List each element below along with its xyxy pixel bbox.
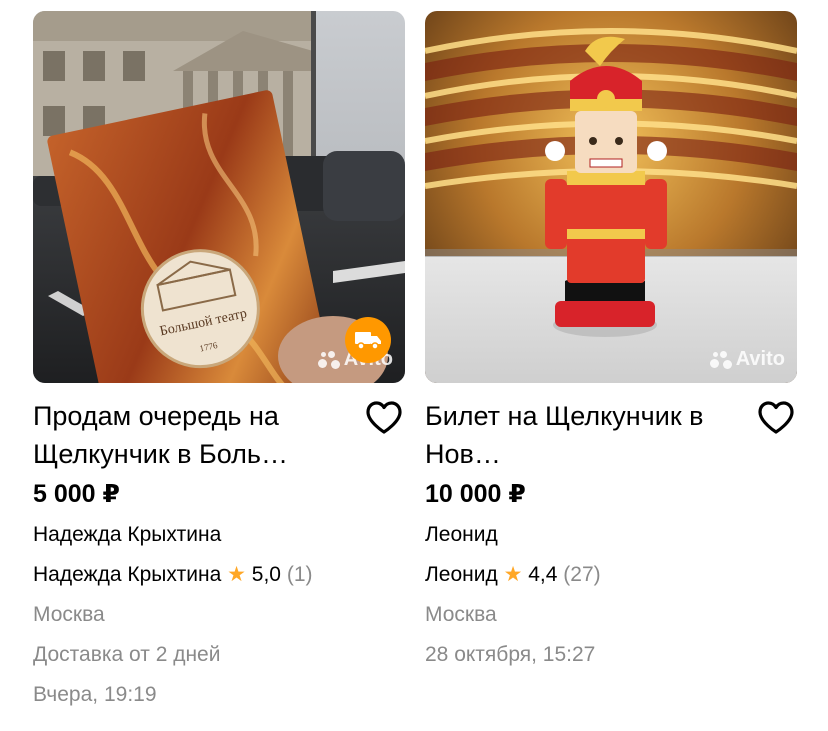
avito-paw-icon xyxy=(709,350,732,370)
seller-rating-name: Надежда Крыхтина xyxy=(33,563,222,586)
truck-icon xyxy=(355,332,381,350)
listing-date: Вчера, 19:19 xyxy=(33,683,157,706)
review-count: (1) xyxy=(286,563,313,586)
avito-paw-icon xyxy=(317,350,340,370)
listing-date: 28 октября, 15:27 xyxy=(425,643,596,666)
star-icon: ★ xyxy=(227,563,246,586)
seller-rating-name: Леонид xyxy=(425,563,498,586)
listing-card-1[interactable]: Большой театр 1776 Avito xyxy=(33,11,405,715)
listing-location: Москва xyxy=(425,603,497,626)
delivery-badge xyxy=(345,317,391,363)
rating-value: 4,4 xyxy=(528,563,558,586)
star-icon: ★ xyxy=(503,563,523,586)
listing-price: 10 000 ₽ xyxy=(425,480,526,508)
avito-watermark-text: Avito xyxy=(735,348,785,370)
seller-name[interactable]: Надежда Крыхтина xyxy=(33,515,405,555)
seller-rating-row[interactable]: Надежда Крыхтина ★ 5,0 (1) xyxy=(33,555,405,595)
listing-photo[interactable]: Avito xyxy=(425,11,797,383)
delivery-info: Доставка от 2 дней xyxy=(33,643,221,666)
listing-title[interactable]: Билет на Щелкунчик в Нов… xyxy=(425,397,755,473)
listing-price: 5 000 ₽ xyxy=(33,480,120,508)
review-count: (27) xyxy=(563,563,601,586)
seller-name[interactable]: Леонид xyxy=(425,515,797,555)
rating-value: 5,0 xyxy=(251,563,281,586)
listing-photo[interactable]: Большой театр 1776 Avito xyxy=(33,11,405,383)
listing-grid: Большой театр 1776 Avito xyxy=(33,11,798,715)
listing-location: Москва xyxy=(33,603,105,626)
seller-rating-row[interactable]: Леонид ★ 4,4 (27) xyxy=(425,555,797,595)
title-row: Билет на Щелкунчик в Нов… xyxy=(425,397,797,473)
nutcracker-figure-image xyxy=(425,11,797,383)
listing-card-2[interactable]: Avito Билет на Щелкунчик в Нов… 10 000 ₽… xyxy=(425,11,797,715)
listing-title[interactable]: Продам очередь на Щелкунчик в Боль… xyxy=(33,397,363,473)
title-row: Продам очередь на Щелкунчик в Боль… xyxy=(33,397,405,473)
avito-watermark: Avito xyxy=(709,348,785,371)
heart-outline-icon[interactable] xyxy=(363,397,405,439)
heart-outline-icon[interactable] xyxy=(755,397,797,439)
